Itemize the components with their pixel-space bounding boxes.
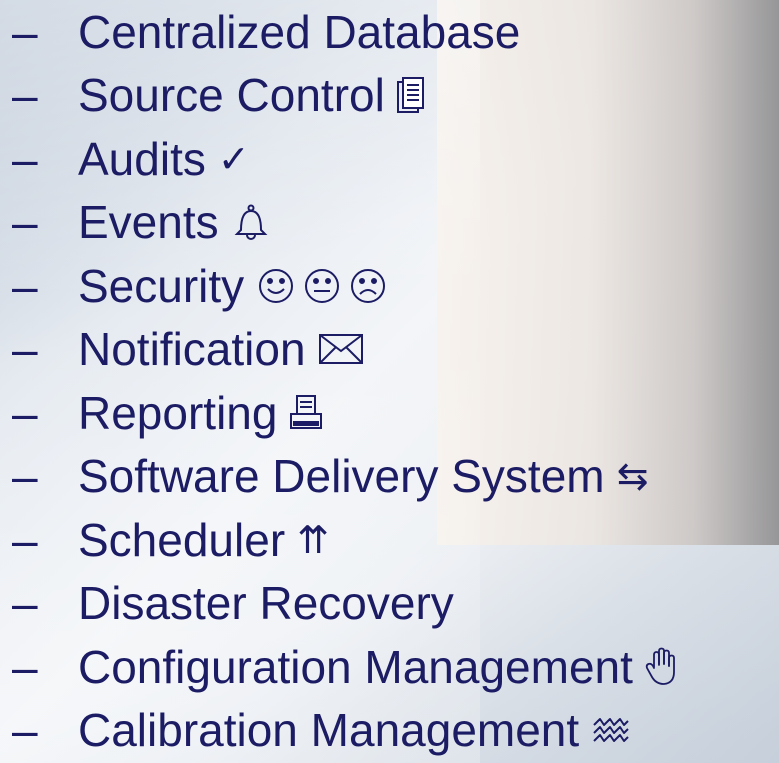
item-label: Scheduler <box>78 513 286 566</box>
bullet-dash: – <box>12 513 38 566</box>
list-item: – Reporting <box>0 381 779 445</box>
bullet-dash: – <box>12 5 38 58</box>
double-up-arrow-icon: ⇈ <box>297 517 329 562</box>
item-label: Security <box>78 259 245 312</box>
list-item: – Centralized Database <box>0 0 779 64</box>
faces-icon <box>256 266 394 306</box>
item-label: Source Control <box>78 69 385 122</box>
item-label: Centralized Database <box>78 5 521 58</box>
bullet-dash: – <box>12 196 38 249</box>
bullet-dash: – <box>12 259 38 312</box>
bullet-dash: – <box>12 450 38 503</box>
list-item: – Calibration Management <box>0 699 779 763</box>
item-label: Disaster Recovery <box>78 577 454 630</box>
item-label: Audits <box>78 132 206 185</box>
list-item: – Software Delivery System ⇆ <box>0 445 779 509</box>
bullet-dash: – <box>12 577 38 630</box>
item-label: Calibration Management <box>78 704 580 757</box>
list-item: – Audits ✓ <box>0 127 779 191</box>
bullet-dash: – <box>12 640 38 693</box>
bullet-dash: – <box>12 132 38 185</box>
bullet-dash: – <box>12 704 38 757</box>
item-label: Notification <box>78 323 306 376</box>
hand-icon <box>645 647 679 687</box>
item-label: Software Delivery System <box>78 450 605 503</box>
bullet-dash: – <box>12 386 38 439</box>
item-label: Configuration Management <box>78 640 633 693</box>
list-item: – Scheduler ⇈ <box>0 508 779 572</box>
feature-list: – Centralized Database – Source Control … <box>0 0 779 762</box>
wave-icon <box>591 715 631 745</box>
printer-icon <box>289 394 323 432</box>
item-label: Reporting <box>78 386 278 439</box>
list-item: – Source Control <box>0 64 779 128</box>
list-item: – Security <box>0 254 779 318</box>
bullet-dash: – <box>12 69 38 122</box>
checkmark-icon: ✓ <box>217 136 250 181</box>
bullet-dash: – <box>12 323 38 376</box>
item-label: Events <box>78 196 219 249</box>
list-item: – Configuration Management <box>0 635 779 699</box>
list-item: – Disaster Recovery <box>0 572 779 636</box>
envelope-icon <box>318 331 364 367</box>
bell-icon <box>231 202 271 242</box>
documents-icon <box>396 75 427 115</box>
exchange-arrows-icon: ⇆ <box>616 454 649 499</box>
list-item: – Events <box>0 191 779 255</box>
list-item: – Notification <box>0 318 779 382</box>
